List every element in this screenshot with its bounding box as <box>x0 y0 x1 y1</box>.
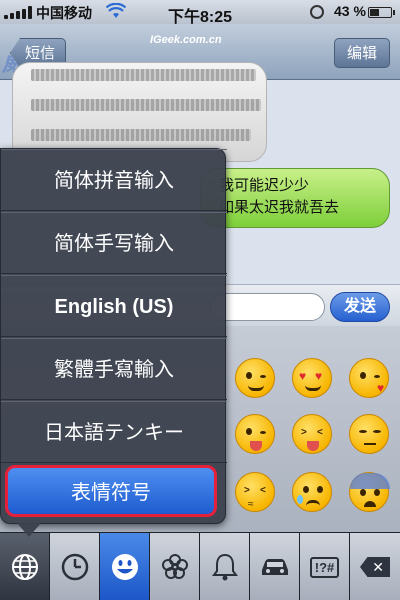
emoji-category-bar: !?# ✕ <box>0 532 400 600</box>
bell-icon[interactable] <box>200 533 250 600</box>
blurred-text <box>31 129 251 141</box>
incoming-message-bubble[interactable] <box>12 62 267 162</box>
smiley-icon[interactable] <box>100 533 150 600</box>
battery-icon <box>368 7 395 18</box>
rotation-lock-icon <box>310 5 324 19</box>
tongue-wink-emoji[interactable] <box>235 414 275 454</box>
input-method-item[interactable]: 繁體手寫輸入 <box>1 338 227 400</box>
message-input[interactable] <box>210 293 325 321</box>
input-method-item-selected[interactable]: 表情符号 <box>5 465 217 517</box>
input-method-menu: 简体拼音输入 简体手写输入 English (US) 繁體手寫輸入 日本語テンキ… <box>0 148 227 537</box>
input-method-item[interactable]: 简体手写输入 <box>1 212 227 274</box>
car-icon[interactable] <box>250 533 300 600</box>
clock-icon[interactable] <box>50 533 100 600</box>
input-method-item[interactable]: 日本語テンキー <box>1 401 227 463</box>
squinting-tongue-emoji[interactable]: > < <box>292 414 332 454</box>
cold-sweat-emoji[interactable] <box>349 472 390 512</box>
site-watermark: IGeek.com.cn <box>150 34 222 46</box>
input-method-item[interactable]: English (US) <box>1 275 227 337</box>
delete-button[interactable]: ✕ <box>350 533 400 600</box>
sad-tear-emoji[interactable] <box>292 472 332 512</box>
unamused-face-emoji[interactable] <box>349 414 389 454</box>
status-bar: 中国移动 下午8:25 43 % <box>0 0 400 26</box>
kissing-face-emoji[interactable]: ♥ <box>349 358 389 398</box>
blurred-text <box>31 99 261 111</box>
winking-face-emoji[interactable] <box>235 358 275 398</box>
blurred-text <box>31 69 256 81</box>
input-method-item[interactable]: 简体拼音输入 <box>1 149 227 211</box>
symbols-icon[interactable]: !?# <box>300 533 350 600</box>
message-line: 如果太迟我就吾去 <box>219 199 340 216</box>
edit-button[interactable]: 编辑 <box>333 38 390 68</box>
flower-icon[interactable] <box>150 533 200 600</box>
heart-eyes-emoji[interactable]: ♥ ♥ <box>292 358 332 398</box>
send-button[interactable]: 发送 <box>330 292 390 322</box>
outgoing-message-bubble[interactable]: 我可能迟少少 如果太迟我就吾去 <box>200 168 390 228</box>
battery-percent: 43 % <box>334 3 366 19</box>
delete-icon: ✕ <box>360 557 390 577</box>
message-line: 我可能迟少少 <box>219 177 310 194</box>
confounded-face-emoji[interactable]: > < ≈ <box>235 472 275 512</box>
globe-icon[interactable] <box>0 533 50 600</box>
